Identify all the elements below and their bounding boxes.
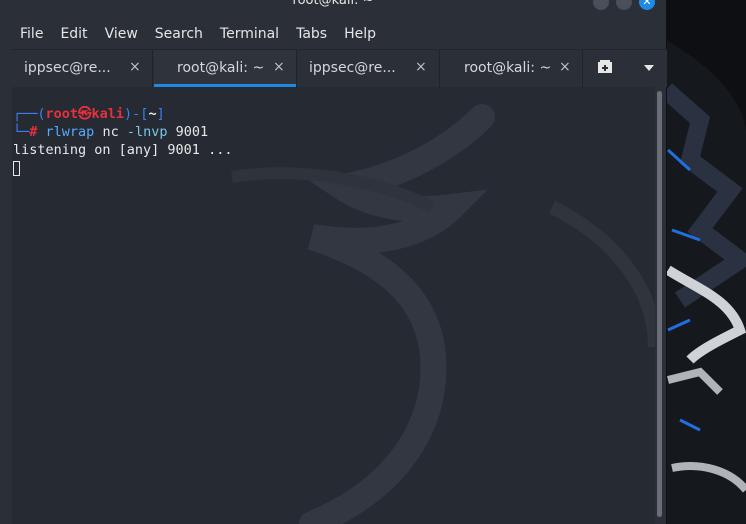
- prompt-box-open: ┌──(: [13, 106, 46, 122]
- close-button[interactable]: ✕: [639, 0, 655, 10]
- prompt-path: ~: [148, 106, 157, 122]
- prompt-line-1: ┌──(root㉿kali)-[~]: [13, 105, 165, 123]
- tab-root-kali-2[interactable]: root@kali: ~ ×: [440, 50, 583, 87]
- tab-close-icon[interactable]: ×: [415, 59, 427, 75]
- tab-label: ippsec@re...: [24, 60, 111, 76]
- tab-label: root@kali: ~: [177, 60, 265, 76]
- menu-file[interactable]: File: [0, 26, 51, 42]
- close-icon: ✕: [642, 0, 652, 8]
- menu-tabs[interactable]: Tabs: [284, 26, 335, 42]
- chevron-down-icon[interactable]: [643, 63, 655, 73]
- menu-bar: File Edit View Search Terminal Tabs Help: [0, 20, 666, 48]
- menu-terminal[interactable]: Terminal: [208, 26, 287, 42]
- terminal-output[interactable]: ┌──(root㉿kali)-[~] └─# rlwrap nc -lnvp 9…: [12, 87, 655, 524]
- scrollbar-thumb[interactable]: [657, 91, 662, 517]
- menu-help[interactable]: Help: [332, 26, 384, 42]
- prompt-host: kali: [91, 106, 125, 122]
- tab-ippsec-2[interactable]: ippsec@re... ×: [297, 50, 440, 87]
- command-name: rlwrap: [45, 124, 95, 140]
- title-bar[interactable]: root@kali: ~ ✕: [0, 0, 666, 20]
- output-line: listening on [any] 9001 ...: [13, 142, 233, 158]
- prompt-close: ]: [156, 106, 165, 122]
- new-tab-icon[interactable]: [597, 59, 613, 75]
- terminal-window: root@kali: ~ ✕ File Edit View Search Ter…: [0, 0, 667, 524]
- tab-root-kali-active[interactable]: root@kali: ~ ×: [154, 50, 297, 87]
- prompt-line-2: └─# rlwrap nc -lnvp 9001: [13, 123, 208, 141]
- prompt-at-symbol: ㉿: [78, 106, 92, 122]
- prompt-mid: )-[: [124, 106, 149, 122]
- tab-label: ippsec@re...: [309, 60, 396, 76]
- text-cursor: [13, 161, 20, 176]
- menu-edit[interactable]: Edit: [48, 26, 95, 42]
- prompt-user: root: [45, 106, 79, 122]
- tab-close-icon[interactable]: ×: [273, 59, 285, 75]
- tab-ippsec-1[interactable]: ippsec@re... ×: [12, 50, 153, 87]
- command-port: 9001: [175, 124, 209, 140]
- window-title: root@kali: ~: [292, 0, 374, 8]
- tab-bar: ippsec@re... × root@kali: ~ × ippsec@re.…: [12, 49, 667, 87]
- tab-close-icon[interactable]: ×: [559, 59, 571, 75]
- minimize-button[interactable]: [593, 0, 609, 10]
- menu-view[interactable]: View: [93, 26, 146, 42]
- tab-label: root@kali: ~: [464, 60, 552, 76]
- prompt-bottom: └─: [13, 124, 30, 140]
- tab-close-icon[interactable]: ×: [129, 59, 141, 75]
- prompt-hash: #: [29, 124, 38, 140]
- command-arg: nc: [102, 124, 119, 140]
- command-flag: -lnvp: [126, 124, 168, 140]
- menu-search[interactable]: Search: [143, 26, 211, 42]
- maximize-button[interactable]: [616, 0, 632, 10]
